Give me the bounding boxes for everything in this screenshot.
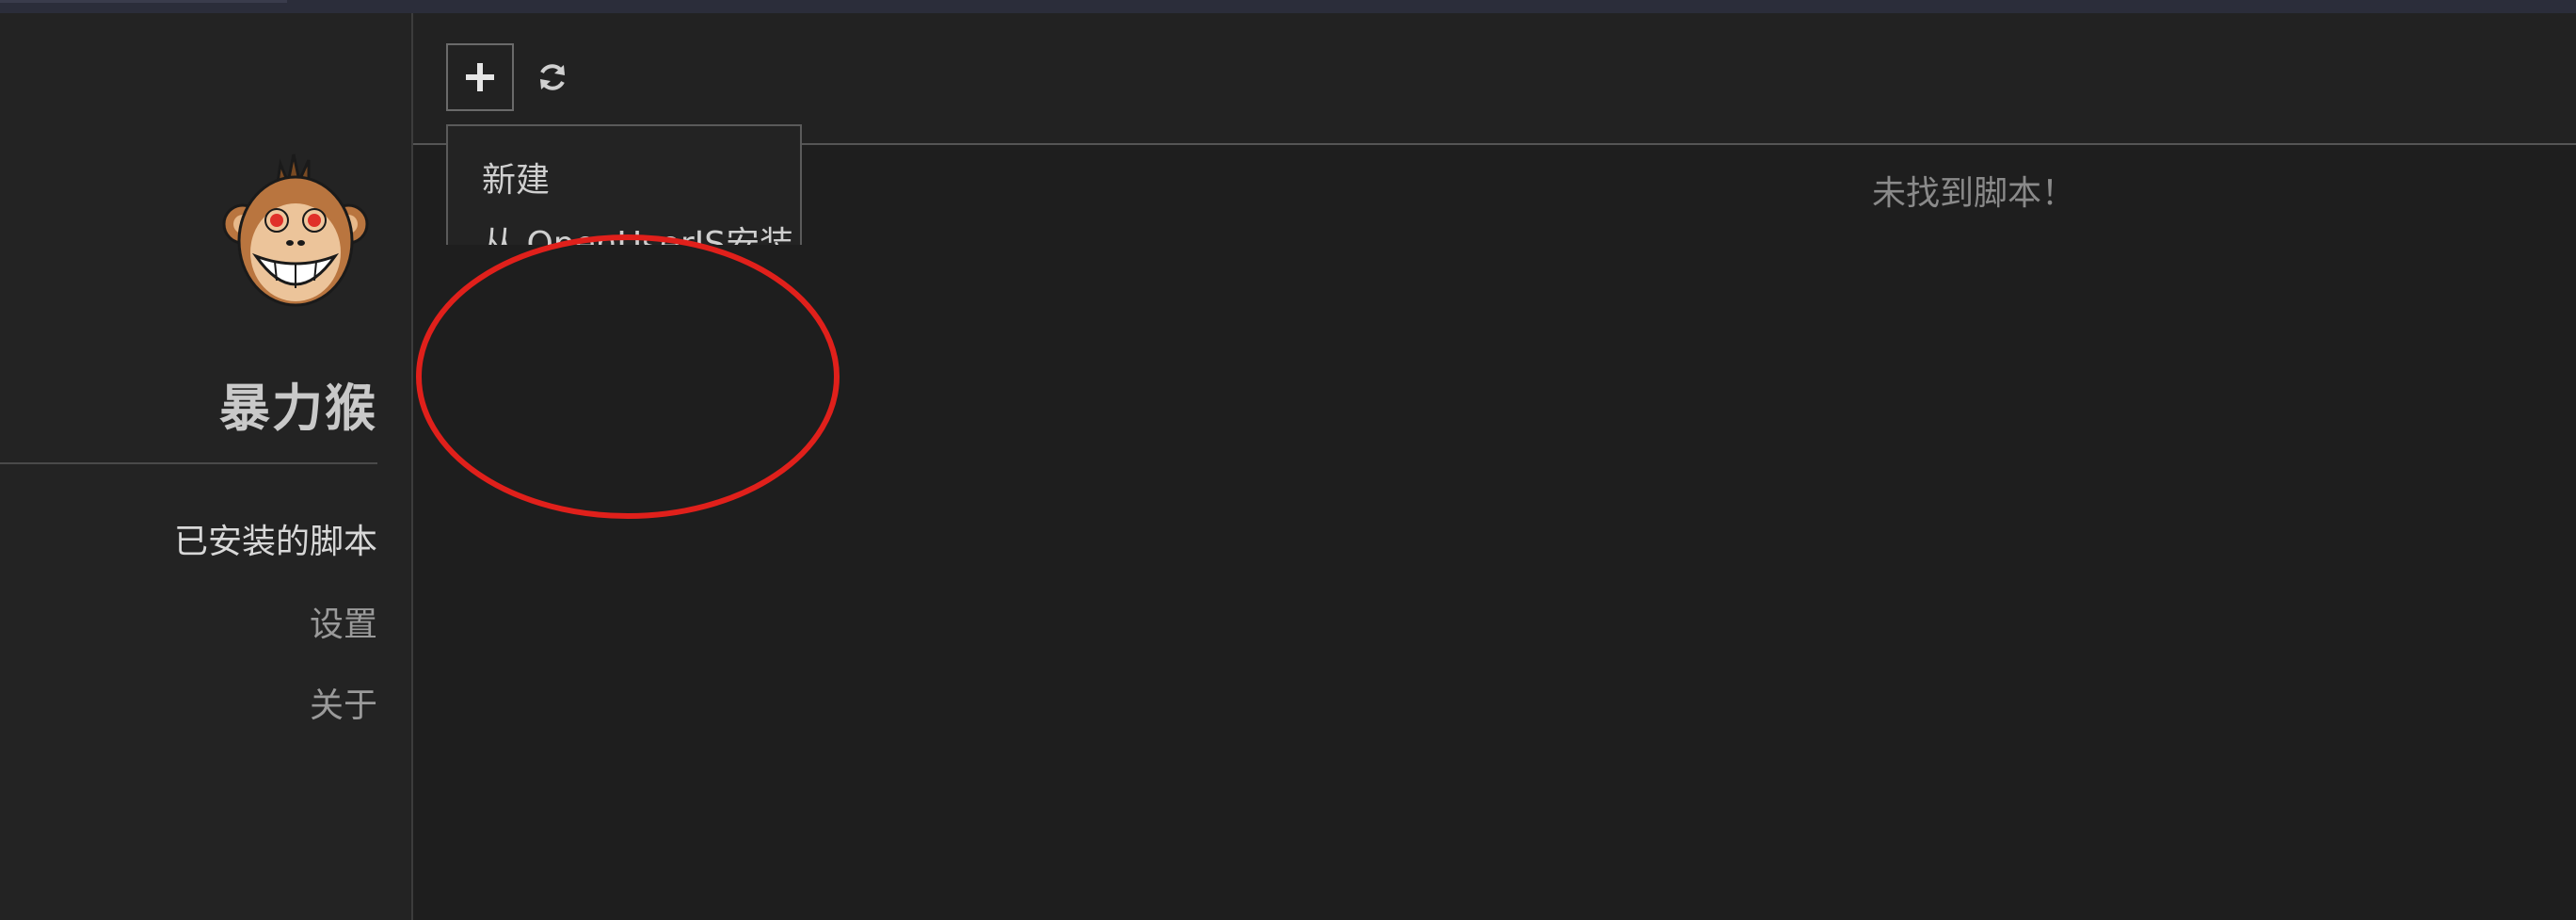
app-title: 暴力猴 — [219, 379, 377, 438]
monkey-logo-icon — [222, 153, 369, 307]
empty-state-message: 未找到脚本！ — [1872, 174, 2076, 213]
window-top-bar — [0, 0, 2576, 13]
sidebar: 暴力猴 已安装的脚本 设置 关于 — [0, 13, 413, 920]
sidebar-divider — [0, 462, 377, 464]
sidebar-item-about[interactable]: 关于 — [310, 678, 377, 727]
refresh-button[interactable] — [534, 58, 571, 96]
red-ellipse-annotation — [416, 234, 840, 519]
plus-icon — [466, 63, 494, 91]
add-script-button[interactable] — [446, 43, 514, 111]
refresh-icon — [540, 64, 565, 90]
window-top-bar-accent — [0, 0, 287, 3]
sidebar-item-installed-scripts[interactable]: 已安装的脚本 — [174, 514, 377, 563]
menu-item-new[interactable]: 新建 — [482, 153, 550, 202]
sidebar-item-settings[interactable]: 设置 — [310, 597, 377, 646]
